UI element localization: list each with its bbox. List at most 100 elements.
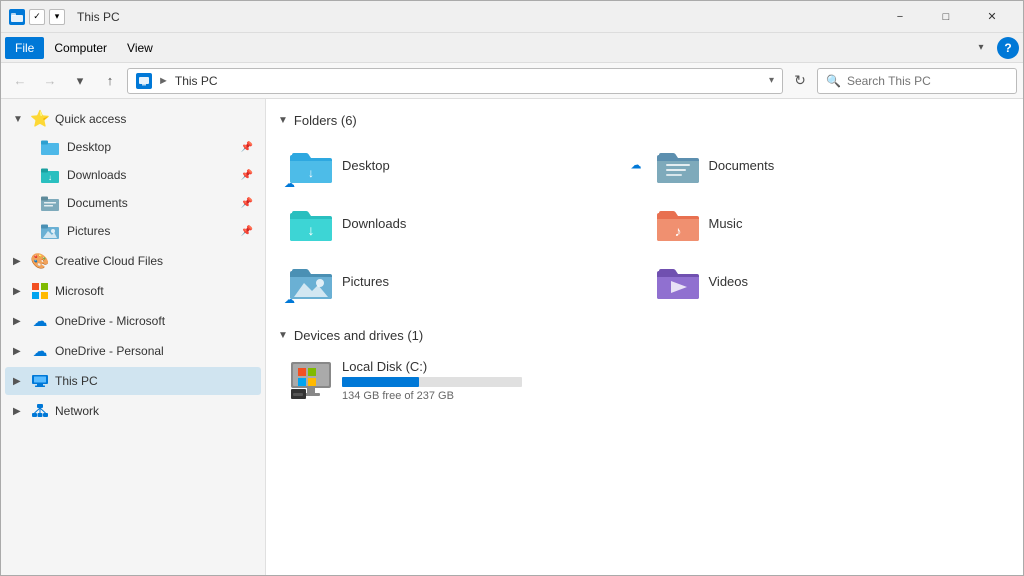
pictures-folder-icon xyxy=(41,222,59,240)
sidebar-item-desktop[interactable]: Desktop 📌 xyxy=(5,133,261,161)
folders-section-header[interactable]: ▼ Folders (6) xyxy=(278,107,1011,136)
help-button[interactable]: ? xyxy=(997,37,1019,59)
pin-icon: 📌 xyxy=(241,142,253,153)
sidebar-item-downloads[interactable]: ↓ Downloads 📌 xyxy=(5,161,261,189)
onedrive-personal-section: ▶ ☁ OneDrive - Personal xyxy=(1,337,265,365)
devices-section-header[interactable]: ▼ Devices and drives (1) xyxy=(278,322,1011,351)
file-menu[interactable]: File xyxy=(5,37,44,59)
folder-icon xyxy=(9,9,25,25)
pics-cloud-icon: ☁ xyxy=(284,293,295,306)
documents-folder-label: Documents xyxy=(709,158,775,173)
network-header[interactable]: ▶ Network xyxy=(5,397,261,425)
creative-cloud-section: ▶ 🎨 Creative Cloud Files xyxy=(1,247,265,275)
pin-icon4: 📌 xyxy=(241,226,253,237)
onedrive-personal-header[interactable]: ▶ ☁ OneDrive - Personal xyxy=(5,337,261,365)
creative-cloud-icon: 🎨 xyxy=(31,252,49,270)
forward-button[interactable]: → xyxy=(37,68,63,94)
svg-text:↓: ↓ xyxy=(308,222,315,238)
downloads-folder-label: Downloads xyxy=(342,216,406,231)
maximize-button[interactable]: □ xyxy=(923,1,969,33)
local-disk-icon-wrapper xyxy=(290,360,332,402)
search-box[interactable]: 🔍 xyxy=(817,68,1017,94)
content-area: ▼ ⭐ Quick access Desktop 📌 xyxy=(1,99,1023,575)
cloud-sync-icon: ☁ xyxy=(284,177,295,190)
onedrive-ms-header[interactable]: ▶ ☁ OneDrive - Microsoft xyxy=(5,307,261,335)
local-disk-label: Local Disk (C:) xyxy=(342,359,522,374)
pictures-folder-icon-wrapper xyxy=(290,260,332,302)
downloads-folder-icon-wrapper: ↓ xyxy=(290,202,332,244)
pictures-label: Pictures xyxy=(67,224,110,238)
onedrive-personal-label: OneDrive - Personal xyxy=(55,344,164,358)
svg-text:↓: ↓ xyxy=(308,166,314,180)
minimize-button[interactable]: − xyxy=(877,1,923,33)
address-chevron-icon: ▾ xyxy=(769,75,774,86)
this-pc-label: This PC xyxy=(55,374,98,388)
titlebar-controls: − □ ✕ xyxy=(877,1,1015,33)
folder-item-documents[interactable]: Documents ☁ xyxy=(645,136,1012,194)
documents-label: Documents xyxy=(67,196,128,210)
back-button[interactable]: ← xyxy=(7,68,33,94)
this-pc-icon xyxy=(31,372,49,390)
downloads-folder-icon: ↓ xyxy=(41,166,59,184)
creative-cloud-header[interactable]: ▶ 🎨 Creative Cloud Files xyxy=(5,247,261,275)
quick-access-section: ▼ ⭐ Quick access Desktop 📌 xyxy=(1,105,265,245)
quick-access-chevron-icon: ▼ xyxy=(13,114,27,125)
onedrive-ms-chevron-icon: ▶ xyxy=(13,316,27,327)
disk-usage-track xyxy=(342,377,522,387)
devices-toggle-icon: ▼ xyxy=(278,330,288,341)
folder-item-videos[interactable]: Videos xyxy=(645,252,1012,310)
onedrive-ms-section: ▶ ☁ OneDrive - Microsoft xyxy=(1,307,265,335)
search-icon: 🔍 xyxy=(826,74,841,88)
sidebar: ▼ ⭐ Quick access Desktop 📌 xyxy=(1,99,266,575)
docs-cloud-icon: ☁ xyxy=(631,159,642,172)
pin-icon2: 📌 xyxy=(241,170,253,181)
ribbon-toggle-btn[interactable]: ▾ xyxy=(969,36,993,60)
folder-item-desktop[interactable]: ↓ Desktop ☁ xyxy=(278,136,645,194)
computer-menu[interactable]: Computer xyxy=(44,37,117,59)
address-path[interactable]: ► This PC ▾ xyxy=(127,68,783,94)
current-path-label: This PC xyxy=(175,74,218,88)
documents-folder-icon-wrapper xyxy=(657,144,699,186)
svg-text:↓: ↓ xyxy=(48,173,52,182)
close-button[interactable]: ✕ xyxy=(969,1,1015,33)
sidebar-item-documents[interactable]: Documents 📌 xyxy=(5,189,261,217)
qat-save-btn[interactable]: ✓ xyxy=(29,9,45,25)
recent-locations-button[interactable]: ▾ xyxy=(67,68,93,94)
folder-item-pictures[interactable]: Pictures ☁ xyxy=(278,252,645,310)
qat-dropdown-btn[interactable]: ▾ xyxy=(49,9,65,25)
disk-space-label: 134 GB free of 237 GB xyxy=(342,390,522,402)
desktop-folder-label: Desktop xyxy=(342,158,390,173)
quick-access-label: Quick access xyxy=(55,112,126,126)
quick-access-header[interactable]: ▼ ⭐ Quick access xyxy=(5,105,261,133)
this-pc-icon xyxy=(136,73,152,89)
network-label: Network xyxy=(55,404,99,418)
titlebar: ✓ ▾ This PC − □ ✕ xyxy=(1,1,1023,33)
this-pc-chevron-icon: ▶ xyxy=(13,376,27,387)
music-folder-label: Music xyxy=(709,216,743,231)
videos-folder-icon-wrapper xyxy=(657,260,699,302)
menubar-right: ▾ ? xyxy=(969,36,1019,60)
microsoft-header[interactable]: ▶ Microsoft xyxy=(5,277,261,305)
desktop-label: Desktop xyxy=(67,140,111,154)
folders-section-title: Folders (6) xyxy=(294,113,357,128)
folders-grid: ↓ Desktop ☁ xyxy=(278,136,1011,310)
menubar: File Computer View ▾ ? xyxy=(1,33,1023,63)
creative-cloud-label: Creative Cloud Files xyxy=(55,254,163,268)
main-panel: ▼ Folders (6) ↓ Desktop ☁ xyxy=(266,99,1023,575)
refresh-button[interactable]: ↻ xyxy=(787,68,813,94)
search-input[interactable] xyxy=(847,74,1008,88)
this-pc-header[interactable]: ▶ This PC xyxy=(5,367,261,395)
view-menu[interactable]: View xyxy=(117,37,163,59)
devices-section-title: Devices and drives (1) xyxy=(294,328,423,343)
sidebar-item-pictures[interactable]: Pictures 📌 xyxy=(5,217,261,245)
folder-item-downloads[interactable]: ↓ Downloads xyxy=(278,194,645,252)
creative-cloud-chevron-icon: ▶ xyxy=(13,256,27,267)
network-icon xyxy=(31,402,49,420)
up-button[interactable]: ↑ xyxy=(97,68,123,94)
desktop-folder-icon-wrapper: ↓ xyxy=(290,144,332,186)
microsoft-chevron-icon: ▶ xyxy=(13,286,27,297)
folder-item-music[interactable]: ♪ Music xyxy=(645,194,1012,252)
device-item-c[interactable]: Local Disk (C:) 134 GB free of 237 GB xyxy=(278,351,1011,410)
pin-icon3: 📌 xyxy=(241,198,253,209)
pictures-folder-label: Pictures xyxy=(342,274,389,289)
